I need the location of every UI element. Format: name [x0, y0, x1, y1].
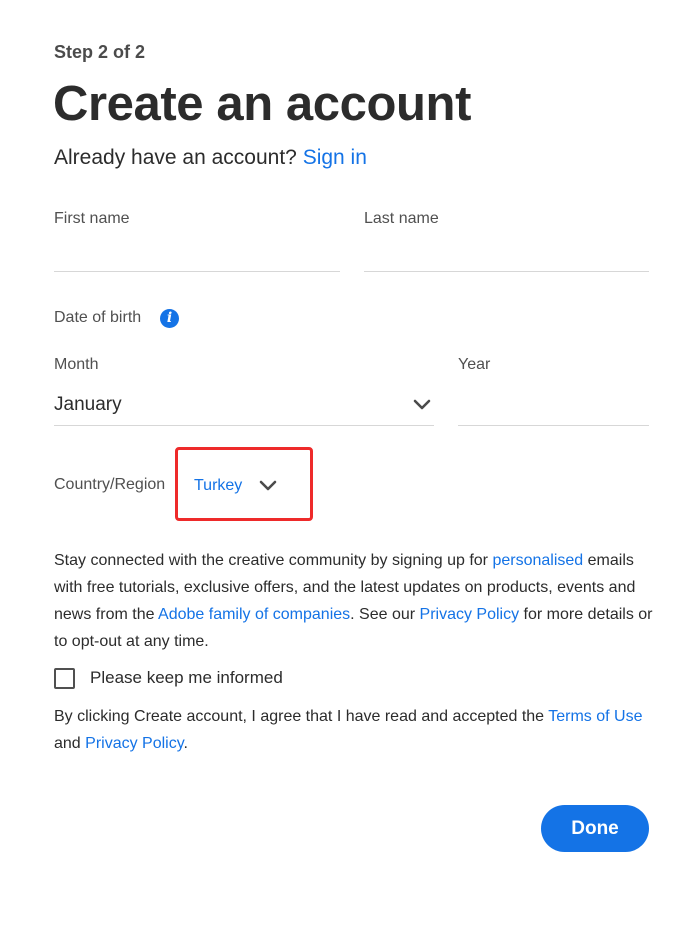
done-button[interactable]: Done: [541, 805, 649, 852]
terms-privacy-policy-link[interactable]: Privacy Policy: [85, 735, 183, 752]
chevron-down-icon: [413, 399, 431, 410]
month-label: Month: [54, 356, 99, 373]
year-underline: [458, 425, 649, 426]
dob-label: Date of birth: [54, 309, 142, 326]
country-highlight-box: [175, 447, 313, 521]
marketing-text: Stay connected with the creative communi…: [54, 547, 654, 655]
terms-of-use-link[interactable]: Terms of Use: [548, 708, 642, 725]
marketing-text-1: Stay connected with the creative communi…: [54, 552, 493, 569]
first-name-input[interactable]: [54, 238, 340, 268]
page-title: Create an account: [53, 77, 472, 131]
country-label: Country/Region: [54, 476, 166, 493]
personalised-link[interactable]: personalised: [492, 552, 583, 569]
keep-informed-checkbox[interactable]: [54, 668, 75, 689]
year-input[interactable]: [458, 391, 649, 421]
year-label: Year: [458, 356, 491, 373]
month-select[interactable]: January: [54, 390, 434, 424]
adobe-family-link[interactable]: Adobe family of companies: [158, 606, 350, 623]
privacy-policy-link[interactable]: Privacy Policy: [420, 606, 520, 623]
month-underline: [54, 425, 434, 426]
terms-text-2: and: [54, 735, 86, 752]
first-name-label: First name: [54, 210, 130, 227]
last-name-input[interactable]: [364, 238, 649, 268]
step-indicator: Step 2 of 2: [54, 42, 146, 62]
last-name-underline: [364, 271, 649, 272]
terms-text: By clicking Create account, I agree that…: [54, 703, 654, 757]
have-account-text: Already have an account?: [54, 146, 297, 169]
terms-text-3: .: [183, 735, 188, 752]
keep-informed-label[interactable]: Please keep me informed: [90, 668, 283, 688]
month-value: January: [54, 394, 122, 415]
sign-in-link[interactable]: Sign in: [303, 146, 367, 169]
terms-text-1: By clicking Create account, I agree that…: [54, 708, 549, 725]
last-name-label: Last name: [364, 210, 439, 227]
info-icon[interactable]: i: [160, 309, 179, 328]
first-name-underline: [54, 271, 340, 272]
marketing-text-3: . See our: [350, 606, 420, 623]
sign-in-prompt: Already have an account? Sign in: [54, 146, 367, 170]
